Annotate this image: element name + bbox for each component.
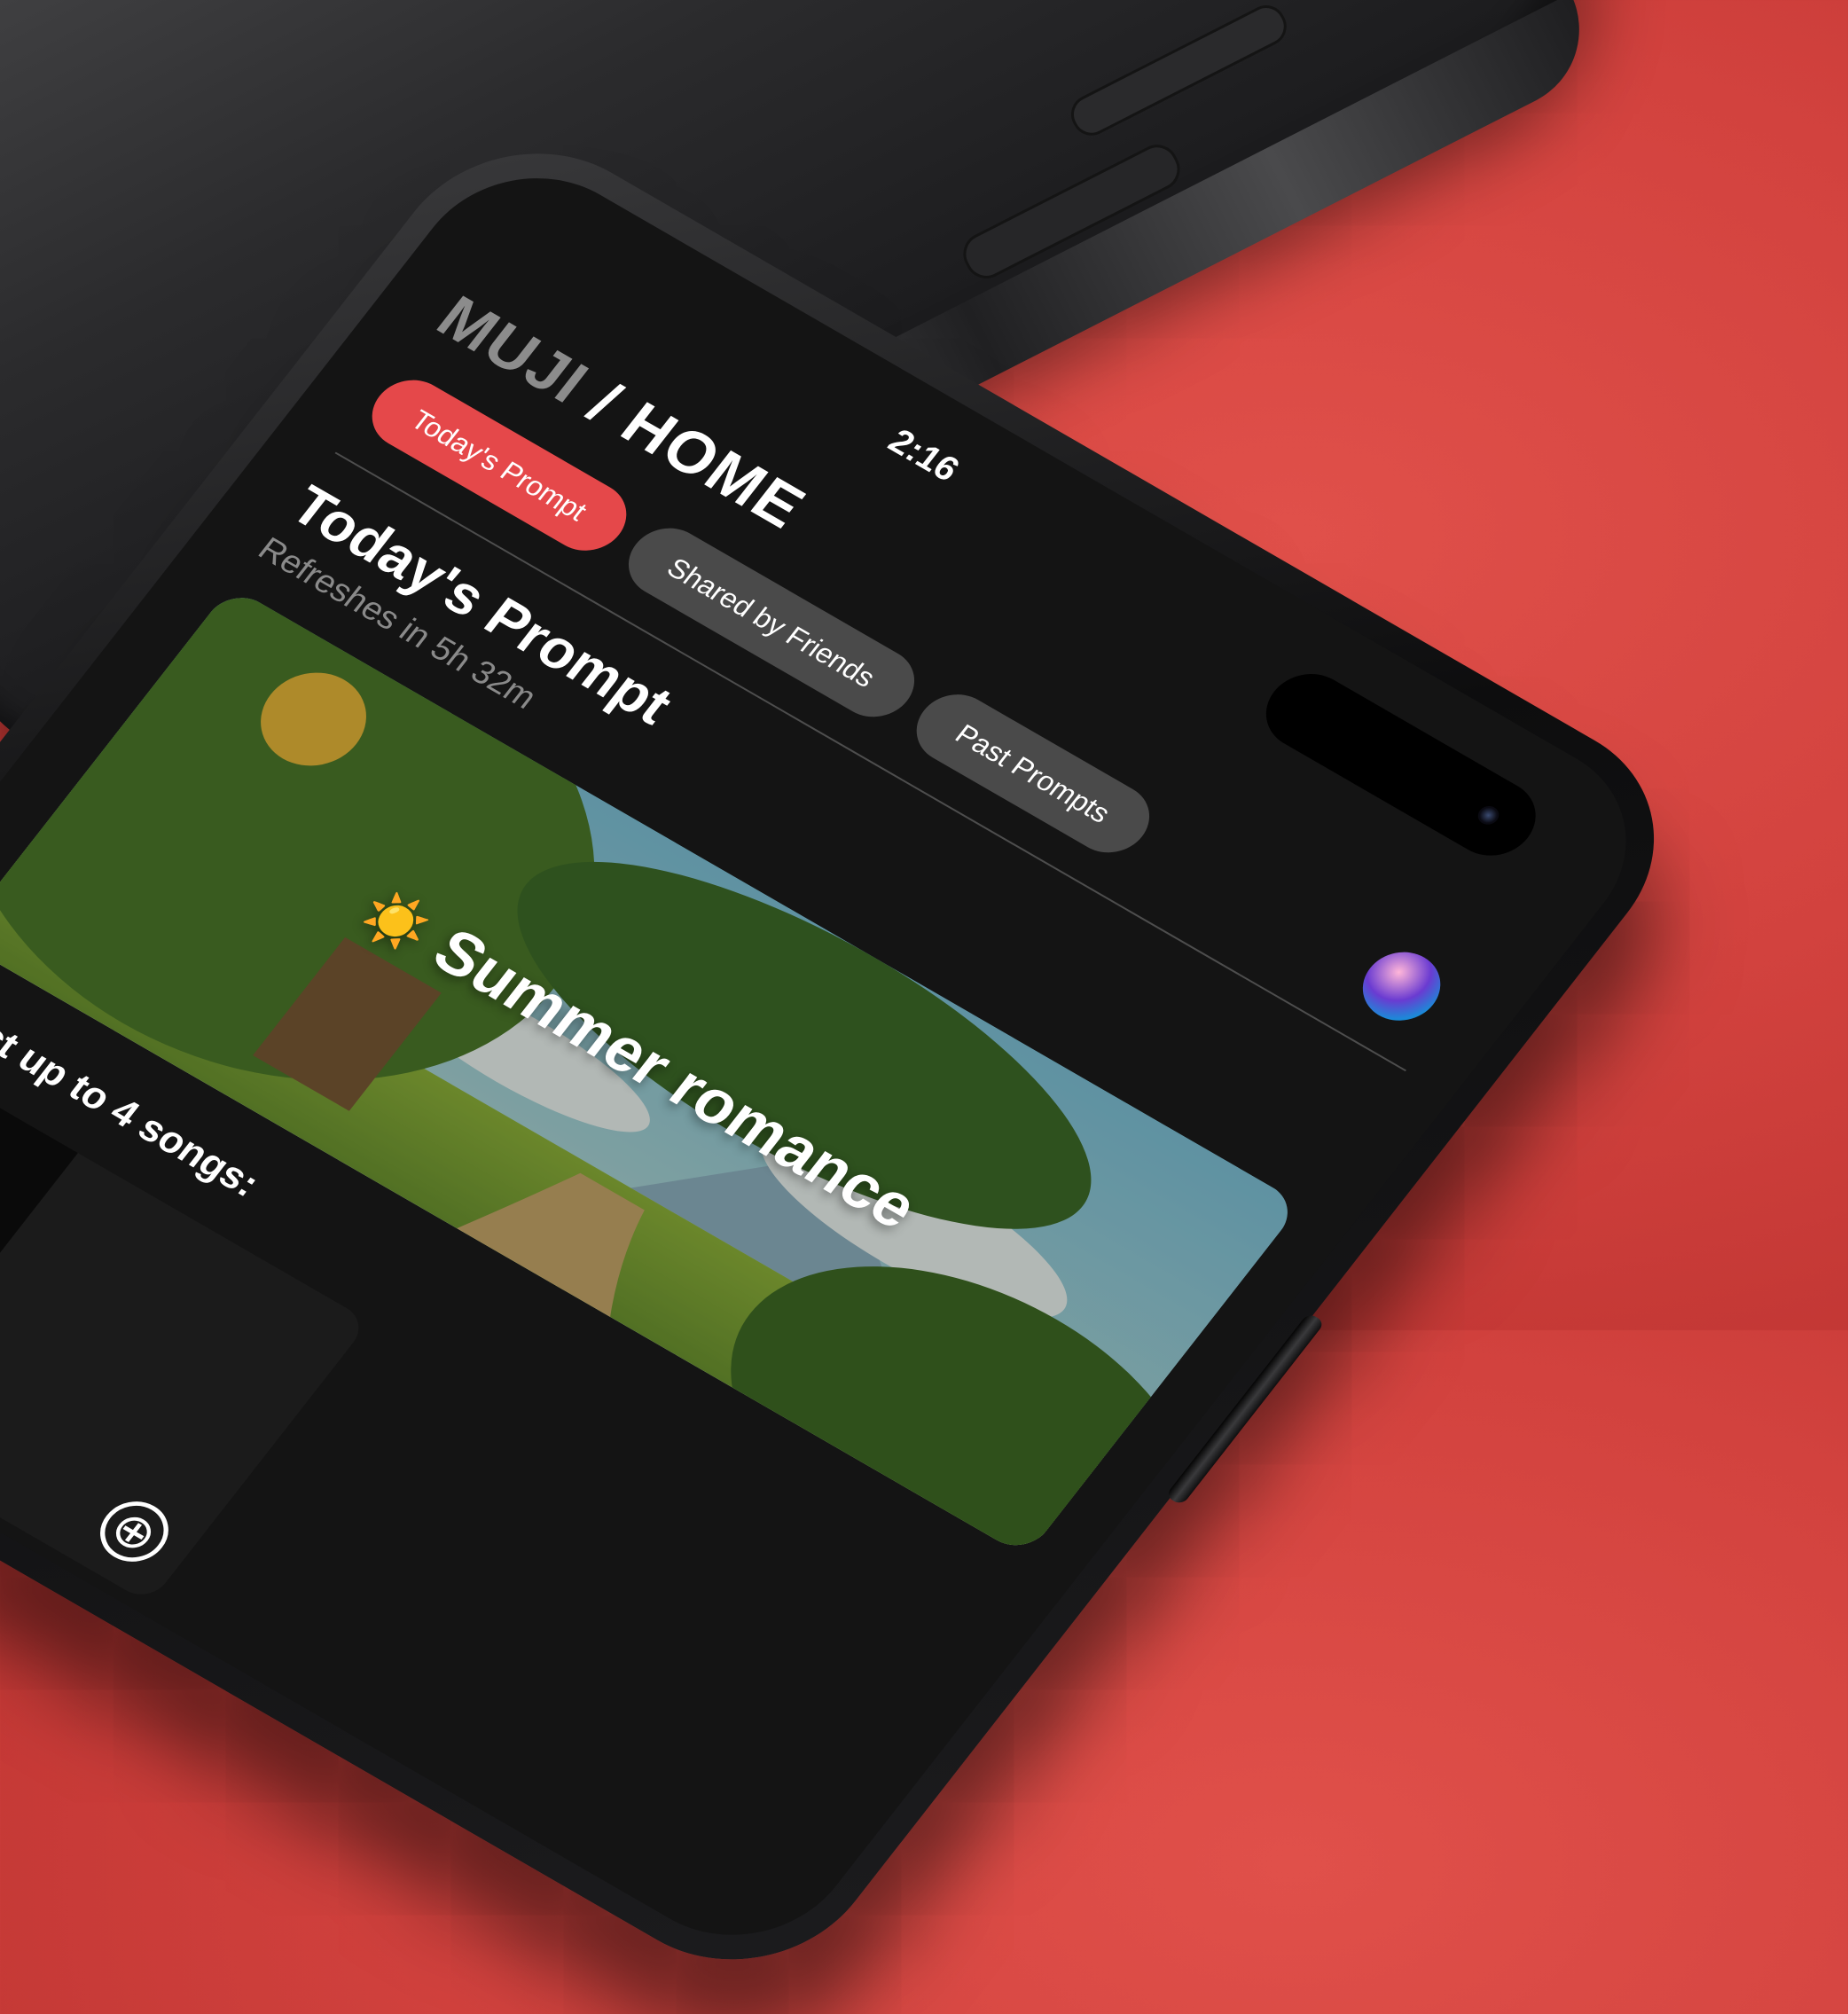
camera-icon xyxy=(1474,803,1503,828)
tab-past-prompts[interactable]: Past Prompts xyxy=(901,681,1165,866)
add-song-icon[interactable]: ⊕ xyxy=(86,1490,183,1573)
avatar[interactable] xyxy=(1347,939,1456,1034)
status-time: 2:16 xyxy=(881,422,967,490)
